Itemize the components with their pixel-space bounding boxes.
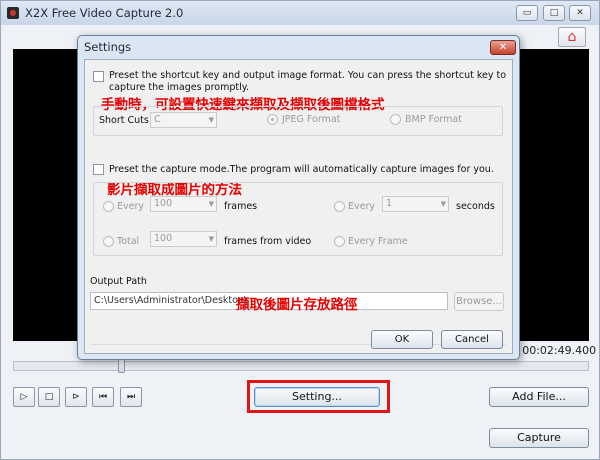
seek-bar[interactable]: [13, 361, 589, 371]
stop-icon: □: [44, 392, 54, 402]
settings-dialog: Settings ✕ Preset the shortcut key and o…: [77, 35, 520, 360]
shortcut-label: Short Cuts: [99, 115, 149, 126]
chevron-down-icon: ▼: [208, 235, 214, 243]
frames-label: frames: [224, 201, 258, 212]
total-radio[interactable]: [103, 236, 114, 247]
output-path-note: 擷取後圖片存放路徑: [236, 297, 358, 313]
ok-button[interactable]: OK: [371, 330, 433, 349]
bmp-label: BMP Format: [405, 114, 462, 125]
bmp-radio[interactable]: [390, 114, 401, 125]
app-title: X2X Free Video Capture 2.0: [25, 6, 184, 20]
app-icon: [7, 7, 19, 19]
capture-button[interactable]: Capture: [489, 428, 589, 448]
step-icon: ⊳: [72, 392, 80, 402]
chevron-down-icon: ▼: [208, 116, 214, 124]
every-frames-select[interactable]: 100 ▼: [150, 196, 217, 212]
dialog-body: Preset the shortcut key and output image…: [84, 59, 513, 354]
maximize-button[interactable]: □: [543, 5, 565, 21]
title-bar: X2X Free Video Capture 2.0 ▭ □ ✕: [1, 1, 599, 25]
dialog-title-bar: Settings ✕: [78, 36, 519, 58]
setting-button[interactable]: Setting...: [254, 387, 380, 407]
output-path-label: Output Path: [90, 276, 147, 287]
every-frames-radio[interactable]: [103, 201, 114, 212]
every-seconds-select[interactable]: 1 ▼: [382, 196, 449, 212]
stop-button[interactable]: □: [38, 387, 60, 407]
browse-button[interactable]: Browse...: [454, 292, 504, 311]
every-frame-radio[interactable]: [334, 236, 345, 247]
every-frames-label: Every: [117, 201, 144, 212]
every-frame-label: Every Frame: [348, 236, 408, 247]
home-button[interactable]: ⌂: [558, 27, 586, 47]
output-path-value: C:\Users\Administrator\Desktop\: [94, 295, 248, 306]
add-file-button[interactable]: Add File...: [489, 387, 589, 407]
seconds-label: seconds: [456, 201, 495, 212]
time-display: / 00:02:49.400: [515, 344, 597, 357]
shortcut-description: Preset the shortcut key and output image…: [109, 70, 507, 93]
jpeg-label: JPEG Format: [282, 114, 341, 125]
every-frames-value: 100: [154, 198, 173, 209]
cancel-button[interactable]: Cancel: [441, 330, 503, 349]
every-seconds-radio[interactable]: [334, 201, 345, 212]
jpeg-radio[interactable]: [267, 114, 278, 125]
chevron-down-icon: ▼: [440, 200, 446, 208]
next-icon: ⏭: [126, 392, 136, 402]
shortcut-checkbox[interactable]: [93, 71, 104, 82]
chevron-down-icon: ▼: [208, 200, 214, 208]
every-seconds-value: 1: [386, 198, 393, 209]
dialog-title: Settings: [84, 40, 132, 54]
previous-button[interactable]: ⏮: [92, 387, 114, 407]
capture-mode-checkbox[interactable]: [93, 164, 104, 175]
total-select[interactable]: 100 ▼: [150, 231, 217, 247]
frames-from-video-label: frames from video: [224, 236, 312, 247]
home-icon: ⌂: [567, 29, 577, 45]
shortcut-select[interactable]: C ▼: [150, 112, 217, 128]
minimize-button[interactable]: ▭: [516, 5, 538, 21]
total-label: Total: [117, 236, 140, 247]
next-button[interactable]: ⏭: [120, 387, 142, 407]
close-button[interactable]: ✕: [569, 5, 591, 21]
every-seconds-label: Every: [348, 201, 375, 212]
play-icon: ▷: [20, 392, 28, 402]
capture-mode-description: Preset the capture mode.The program will…: [109, 164, 494, 175]
play-button[interactable]: ▷: [13, 387, 35, 407]
shortcut-select-value: C: [154, 114, 161, 125]
dialog-close-button[interactable]: ✕: [490, 40, 516, 55]
step-button[interactable]: ⊳: [65, 387, 87, 407]
previous-icon: ⏮: [98, 392, 108, 402]
total-value: 100: [154, 233, 173, 244]
